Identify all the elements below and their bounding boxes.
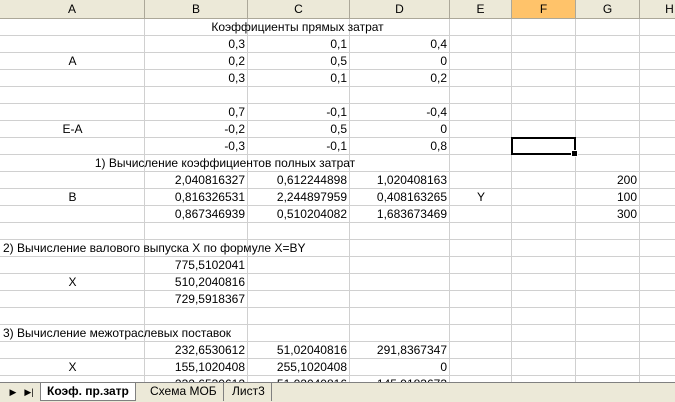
cell-d11[interactable]: 1,020408163 (350, 172, 450, 189)
cell-b4[interactable]: 0,2 (145, 53, 248, 70)
cell-b18[interactable]: 729,5918367 (145, 291, 248, 308)
cell-b13[interactable]: 0,867346939 (145, 206, 248, 223)
cell-a17[interactable]: X (0, 274, 145, 291)
cell-a4[interactable]: A (0, 53, 145, 70)
cell-c13[interactable]: 0,510204082 (248, 206, 350, 223)
cell-d12[interactable]: 0,408163265 (350, 189, 450, 206)
last-sheet-button[interactable]: ▶| (22, 385, 36, 399)
cell-g12[interactable]: 100 (576, 189, 640, 206)
grid-row-line (0, 307, 675, 308)
cell-d13[interactable]: 1,683673469 (350, 206, 450, 223)
cell-a22[interactable]: X (0, 359, 145, 376)
cell-c12[interactable]: 2,244897959 (248, 189, 350, 206)
column-header-f[interactable]: F (512, 0, 576, 18)
cell-d22[interactable]: 0 (350, 359, 450, 376)
cell-b3[interactable]: 0,3 (145, 36, 248, 53)
cell-b12[interactable]: 0,816326531 (145, 189, 248, 206)
fill-handle[interactable] (571, 150, 578, 157)
column-header-d[interactable]: D (350, 0, 450, 18)
cell-b17[interactable]: 510,2040816 (145, 274, 248, 291)
sheet-tab-bar: ▶ ▶| Коэф. пр.затр Схема МОБ Лист3 (0, 382, 675, 402)
cell-e12[interactable]: Y (450, 189, 512, 206)
column-header-g[interactable]: G (576, 0, 640, 18)
cell-b8[interactable]: -0,2 (145, 121, 248, 138)
cell-g11[interactable]: 200 (576, 172, 640, 189)
column-header-a[interactable]: A (0, 0, 145, 18)
cell-b21[interactable]: 232,6530612 (145, 342, 248, 359)
column-header-h[interactable]: H (640, 0, 675, 18)
column-header-e[interactable]: E (450, 0, 512, 18)
cell-c9[interactable]: -0,1 (248, 138, 350, 155)
cell-a20[interactable]: 3) Вычисление межотраслевых поставок (0, 325, 450, 342)
cell-c21[interactable]: 51,02040816 (248, 342, 350, 359)
cell-c4[interactable]: 0,5 (248, 53, 350, 70)
cell-c7[interactable]: -0,1 (248, 104, 350, 121)
cell-c11[interactable]: 0,612244898 (248, 172, 350, 189)
column-header-c[interactable]: C (248, 0, 350, 18)
cell-d5[interactable]: 0,2 (350, 70, 450, 87)
cell-b11[interactable]: 2,040816327 (145, 172, 248, 189)
cell-c22[interactable]: 255,1020408 (248, 359, 350, 376)
cell-g13[interactable]: 300 (576, 206, 640, 223)
cell-grid[interactable]: Коэффициенты прямых затрат 0,3 0,1 0,4 A 0,2 0… (0, 19, 675, 382)
cell-b16[interactable]: 775,5102041 (145, 257, 248, 274)
cell-c8[interactable]: 0,5 (248, 121, 350, 138)
cell-b7[interactable]: 0,7 (145, 104, 248, 121)
cell-a10[interactable]: 1) Вычисление коэффициентов полных затра… (0, 155, 450, 172)
sheet-tab-active[interactable]: Коэф. пр.затр (40, 383, 136, 401)
cell-b2[interactable]: Коэффициенты прямых затрат (145, 19, 450, 36)
cell-d7[interactable]: -0,4 (350, 104, 450, 121)
cell-d21[interactable]: 291,8367347 (350, 342, 450, 359)
sheet-tab-schema[interactable]: Схема МОБ (144, 383, 224, 401)
column-header-bar: ABCDEFGH (0, 0, 675, 19)
cell-a8[interactable]: E-A (0, 121, 145, 138)
spreadsheet[interactable]: ABCDEFGH Коэффициенты прямых затрат 0,3 0,… (0, 0, 675, 382)
column-header-b[interactable]: B (145, 0, 248, 18)
cell-a15[interactable]: 2) Вычисление валового выпуска X по форм… (0, 240, 450, 257)
cell-b5[interactable]: 0,3 (145, 70, 248, 87)
cell-b9[interactable]: -0,3 (145, 138, 248, 155)
cell-d9[interactable]: 0,8 (350, 138, 450, 155)
cell-d8[interactable]: 0 (350, 121, 450, 138)
cell-a12[interactable]: B (0, 189, 145, 206)
active-cell-selection[interactable] (511, 137, 578, 157)
cell-d4[interactable]: 0 (350, 53, 450, 70)
cell-b22[interactable]: 155,1020408 (145, 359, 248, 376)
cell-d3[interactable]: 0,4 (350, 36, 450, 53)
sheet-tab-list3[interactable]: Лист3 (226, 383, 272, 401)
cell-c5[interactable]: 0,1 (248, 70, 350, 87)
cell-c3[interactable]: 0,1 (248, 36, 350, 53)
next-sheet-button[interactable]: ▶ (6, 385, 20, 399)
